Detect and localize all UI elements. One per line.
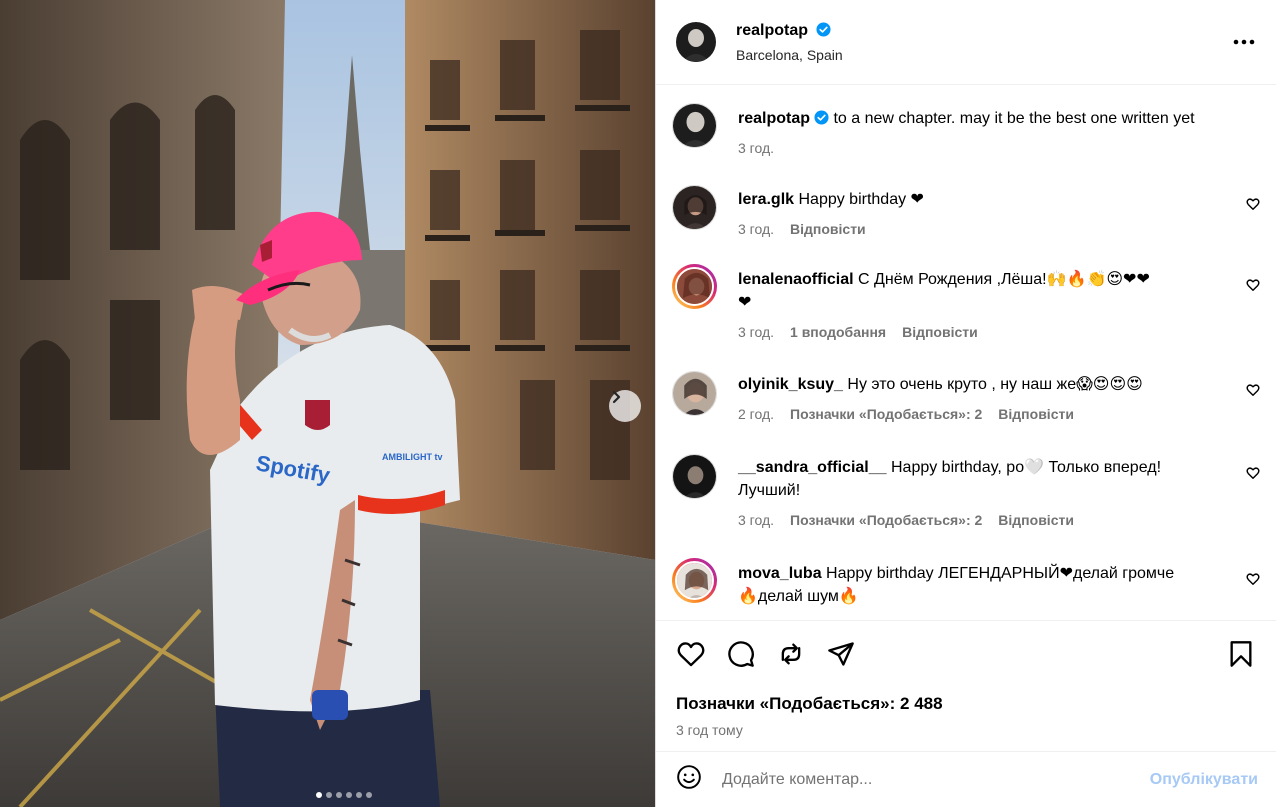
comment-avatar[interactable] bbox=[672, 185, 717, 230]
caption-time: 3 год. bbox=[738, 140, 775, 156]
carousel-dot bbox=[355, 792, 362, 798]
carousel-dot bbox=[345, 792, 352, 798]
post-details-panel: realpotap Barcelona, Spain realpotap to … bbox=[655, 0, 1276, 807]
post-actions: Позначки «Подобається»: 2 488 3 год тому bbox=[656, 620, 1276, 750]
comment-item: olyinik_ksuy_ Ну это очень круто , ну на… bbox=[672, 371, 1260, 422]
comment-avatar[interactable] bbox=[672, 371, 717, 416]
comment-username[interactable]: lera.glk bbox=[738, 191, 794, 208]
avatar-image bbox=[673, 455, 716, 498]
comment-likes-count[interactable]: Позначки «Подобається»: 2 bbox=[790, 512, 982, 528]
repost-icon[interactable] bbox=[776, 639, 806, 669]
publish-comment-button[interactable]: Опублікувати bbox=[1150, 771, 1258, 789]
action-icons-row bbox=[676, 639, 1256, 669]
carousel-dots bbox=[0, 792, 655, 798]
reply-button[interactable]: Відповісти bbox=[790, 221, 866, 237]
like-comment-icon[interactable] bbox=[1246, 383, 1260, 402]
comment-item: lenalenaofficial С Днём Рождения ,Лёша!🙌… bbox=[672, 264, 1260, 340]
comment-text: С Днём Рождения ,Лёша!🙌🔥👏😍❤❤ bbox=[858, 271, 1150, 288]
svg-text:AMBILIGHT tv: AMBILIGHT tv bbox=[382, 452, 443, 462]
comment-username[interactable]: lenalenaofficial bbox=[738, 271, 854, 288]
comment-text-continued: 🔥делай шум🔥 bbox=[738, 588, 859, 605]
comment-text: Happy birthday ❤ bbox=[798, 191, 924, 208]
like-heart-icon[interactable] bbox=[676, 639, 706, 669]
comment-time: 3 год. bbox=[738, 324, 775, 340]
avatar-image bbox=[677, 269, 712, 304]
avatar-image bbox=[673, 372, 716, 415]
more-options-button[interactable] bbox=[1230, 28, 1258, 56]
comment-avatar-story[interactable] bbox=[672, 558, 717, 603]
header-text: realpotap Barcelona, Spain bbox=[736, 22, 1230, 63]
verified-badge-icon bbox=[814, 109, 829, 132]
comment-text-continued: ❤ bbox=[738, 294, 752, 311]
comment-username[interactable]: __sandra_official__ bbox=[738, 459, 887, 476]
avatar-image bbox=[673, 104, 716, 147]
comment-item: lera.glk Happy birthday ❤ 3 год. Відпові… bbox=[672, 185, 1260, 237]
comments-list[interactable]: realpotap to a new chapter. may it be th… bbox=[656, 86, 1276, 620]
reply-button[interactable]: Відповісти bbox=[998, 406, 1074, 422]
comment-bubble-icon[interactable] bbox=[726, 639, 756, 669]
chevron-right-icon bbox=[612, 390, 621, 404]
more-dots-icon bbox=[1233, 39, 1255, 45]
post-header: realpotap Barcelona, Spain bbox=[656, 0, 1276, 85]
avatar-image bbox=[676, 22, 716, 62]
comment-username[interactable]: mova_luba bbox=[738, 565, 822, 582]
caption-username[interactable]: realpotap bbox=[738, 110, 810, 127]
avatar-image bbox=[677, 563, 712, 598]
like-comment-icon[interactable] bbox=[1246, 278, 1260, 297]
comment-likes-count[interactable]: 1 вподобання bbox=[790, 324, 886, 340]
post-time: 3 год тому bbox=[676, 722, 743, 738]
comment-time: 2 год. bbox=[738, 406, 775, 422]
caption-text: to a new chapter. may it be the best one… bbox=[833, 110, 1195, 127]
like-comment-icon[interactable] bbox=[1246, 197, 1260, 216]
comment-avatar[interactable] bbox=[672, 454, 717, 499]
comment-likes-count[interactable]: Позначки «Подобається»: 2 bbox=[790, 406, 982, 422]
author-username[interactable]: realpotap bbox=[736, 22, 808, 39]
comment-item: __sandra_official__ Happy birthday, ро🤍 … bbox=[672, 454, 1260, 528]
save-bookmark-icon[interactable] bbox=[1226, 639, 1256, 669]
emoji-icon[interactable] bbox=[676, 764, 702, 795]
comment-text: Happy birthday, ро🤍 Только вперед! bbox=[890, 459, 1162, 476]
comment-time: 3 год. bbox=[738, 512, 775, 528]
caption: realpotap to a new chapter. may it be th… bbox=[672, 103, 1260, 156]
share-send-icon[interactable] bbox=[826, 639, 856, 669]
caption-avatar[interactable] bbox=[672, 103, 717, 148]
likes-count[interactable]: Позначки «Подобається»: 2 488 bbox=[676, 694, 1256, 714]
verified-badge-icon bbox=[816, 21, 831, 42]
comment-input[interactable] bbox=[722, 770, 1150, 789]
carousel-dot bbox=[365, 792, 372, 798]
post-photo[interactable]: Spotify AMBILIGHT tv bbox=[0, 0, 655, 807]
post-location[interactable]: Barcelona, Spain bbox=[736, 47, 1230, 63]
like-comment-icon[interactable] bbox=[1246, 572, 1260, 591]
photo-image: Spotify AMBILIGHT tv bbox=[0, 0, 655, 807]
comment-text: Happy birthday ЛЕГЕНДАРНЫЙ❤делай громче bbox=[826, 565, 1175, 582]
comment-time: 3 год. bbox=[738, 221, 775, 237]
author-avatar[interactable] bbox=[676, 22, 716, 62]
comment-username[interactable]: olyinik_ksuy_ bbox=[738, 376, 843, 393]
comment-item: mova_luba Happy birthday ЛЕГЕНДАРНЫЙ❤дел… bbox=[672, 558, 1260, 608]
carousel-dot bbox=[315, 792, 322, 798]
comment-text: Ну это очень круто , ну наш же😱😍😍😍 bbox=[847, 376, 1143, 393]
like-comment-icon[interactable] bbox=[1246, 466, 1260, 485]
add-comment-bar: Опублікувати bbox=[656, 751, 1276, 807]
carousel-next-button[interactable] bbox=[609, 390, 641, 422]
reply-button[interactable]: Відповісти bbox=[902, 324, 978, 340]
avatar-image bbox=[673, 186, 716, 229]
reply-button[interactable]: Відповісти bbox=[998, 512, 1074, 528]
comment-avatar-story[interactable] bbox=[672, 264, 717, 309]
comment-text-continued: Лучший! bbox=[738, 482, 801, 499]
carousel-dot bbox=[335, 792, 342, 798]
carousel-dot bbox=[325, 792, 332, 798]
